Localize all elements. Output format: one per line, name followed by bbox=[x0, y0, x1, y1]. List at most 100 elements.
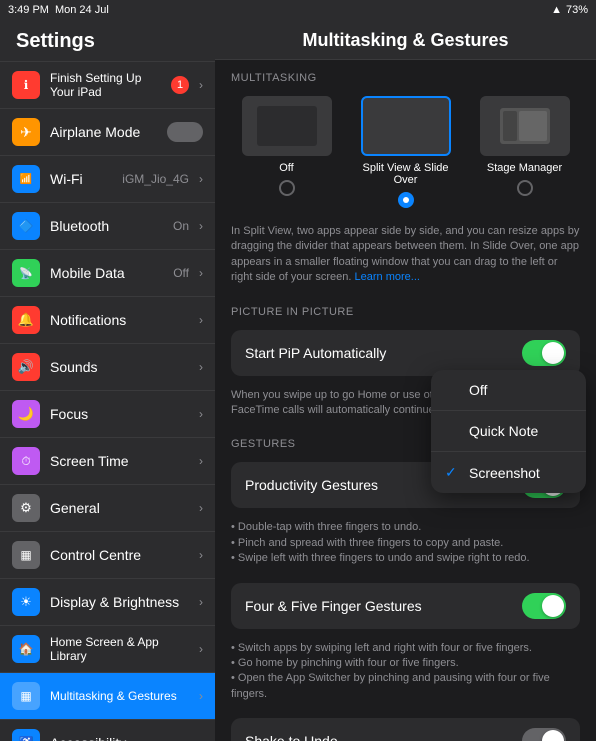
dropdown-item-off[interactable]: Off bbox=[431, 370, 586, 411]
focus-chevron: › bbox=[199, 407, 203, 421]
mt-radio-stage[interactable] bbox=[517, 180, 533, 196]
sidebar-item-accessibility[interactable]: ♿ Accessibility › bbox=[0, 720, 215, 741]
status-left: 3:49 PM Mon 24 Jul bbox=[8, 4, 109, 16]
mt-radio-split[interactable] bbox=[398, 192, 414, 208]
multitasking-label: Multitasking & Gestures bbox=[50, 689, 189, 703]
status-time: 3:49 PM bbox=[8, 4, 49, 16]
accessibility-label: Accessibility bbox=[50, 735, 189, 741]
multitasking-cards: Off Split View & Slide Over bbox=[215, 88, 596, 220]
learn-more-link[interactable]: Learn more... bbox=[355, 271, 420, 283]
pip-section-label: PICTURE IN PICTURE bbox=[215, 294, 596, 322]
dropdown-screenshot-label: Screenshot bbox=[469, 465, 540, 481]
mt-card-off-label: Off bbox=[279, 162, 293, 174]
battery-level: 73% bbox=[566, 4, 588, 16]
mt-card-split-view[interactable]: Split View & Slide Over bbox=[361, 96, 451, 208]
four-five-toggle[interactable] bbox=[522, 593, 566, 619]
sounds-label: Sounds bbox=[50, 359, 189, 375]
bluetooth-chevron: › bbox=[199, 219, 203, 233]
mt-radio-off[interactable] bbox=[279, 180, 295, 196]
finish-setup-label: Finish Setting Up Your iPad bbox=[50, 71, 161, 99]
right-panel-title: Multitasking & Gestures bbox=[215, 20, 596, 60]
control-centre-label: Control Centre bbox=[50, 547, 189, 563]
dropdown-item-screenshot[interactable]: ✓ Screenshot bbox=[431, 452, 586, 493]
screen-time-chevron: › bbox=[199, 454, 203, 468]
four-five-group: Four & Five Finger Gestures bbox=[231, 583, 580, 629]
mt-card-off-img bbox=[242, 96, 332, 156]
pip-group: Start PiP Automatically bbox=[231, 330, 580, 376]
finish-setup-badge: 1 bbox=[171, 76, 189, 94]
wifi-icon: 📶 bbox=[12, 165, 40, 193]
control-centre-icon: ▦ bbox=[12, 541, 40, 569]
shake-undo-group: Shake to Undo bbox=[231, 718, 580, 741]
mt-card-off[interactable]: Off bbox=[242, 96, 332, 208]
airplane-toggle[interactable] bbox=[167, 122, 203, 142]
notifications-chevron: › bbox=[199, 313, 203, 327]
sidebar-item-wifi[interactable]: 📶 Wi-Fi iGM_Jio_4G › bbox=[0, 156, 215, 203]
sidebar-item-mobile-data[interactable]: 📡 Mobile Data Off › bbox=[0, 250, 215, 297]
pip-label: Start PiP Automatically bbox=[245, 345, 514, 361]
screen-time-icon: ⏱ bbox=[12, 447, 40, 475]
pip-row[interactable]: Start PiP Automatically bbox=[231, 330, 580, 376]
bluetooth-value: On bbox=[173, 219, 189, 233]
sidebar-item-airplane-mode[interactable]: ✈ Airplane Mode bbox=[0, 109, 215, 156]
sidebar-item-finish-setup[interactable]: ℹ Finish Setting Up Your iPad 1 › bbox=[0, 62, 215, 109]
mt-card-stage-manager[interactable]: Stage Manager bbox=[480, 96, 570, 208]
mobile-data-icon: 📡 bbox=[12, 259, 40, 287]
wifi-icon: ▲ bbox=[551, 4, 562, 16]
mt-card-split-label: Split View & Slide Over bbox=[361, 162, 451, 186]
dropdown-quick-note-label: Quick Note bbox=[469, 423, 538, 439]
split-view-description: In Split View, two apps appear side by s… bbox=[215, 220, 596, 294]
shake-undo-row[interactable]: Shake to Undo bbox=[231, 718, 580, 741]
pip-toggle[interactable] bbox=[522, 340, 566, 366]
sidebar-title: Settings bbox=[0, 20, 215, 62]
wifi-label: Wi-Fi bbox=[50, 171, 112, 187]
sidebar-item-display[interactable]: ☀ Display & Brightness › bbox=[0, 579, 215, 626]
bluetooth-icon: 🔷 bbox=[12, 212, 40, 240]
sidebar-item-general[interactable]: ⚙ General › bbox=[0, 485, 215, 532]
sounds-icon: 🔊 bbox=[12, 353, 40, 381]
display-icon: ☀ bbox=[12, 588, 40, 616]
mobile-data-chevron: › bbox=[199, 266, 203, 280]
shake-undo-toggle[interactable] bbox=[522, 728, 566, 741]
focus-label: Focus bbox=[50, 406, 189, 422]
mt-card-stage-img bbox=[480, 96, 570, 156]
wifi-chevron: › bbox=[199, 172, 203, 186]
finish-setup-icon: ℹ bbox=[12, 71, 40, 99]
mt-card-stage-label: Stage Manager bbox=[487, 162, 562, 174]
mobile-data-label: Mobile Data bbox=[50, 265, 163, 281]
productivity-description: • Double-tap with three fingers to undo.… bbox=[215, 516, 596, 574]
wifi-value: iGM_Jio_4G bbox=[122, 172, 189, 186]
accessibility-icon: ♿ bbox=[12, 729, 40, 741]
display-chevron: › bbox=[199, 595, 203, 609]
status-date: Mon 24 Jul bbox=[55, 4, 109, 16]
sidebar-item-sounds[interactable]: 🔊 Sounds › bbox=[0, 344, 215, 391]
sidebar-item-multitasking[interactable]: ▦ Multitasking & Gestures › bbox=[0, 673, 215, 720]
screen-time-label: Screen Time bbox=[50, 453, 189, 469]
right-panel: Multitasking & Gestures MULTITASKING Off… bbox=[215, 20, 596, 741]
control-centre-chevron: › bbox=[199, 548, 203, 562]
four-five-row[interactable]: Four & Five Finger Gestures bbox=[231, 583, 580, 629]
sidebar-item-focus[interactable]: 🌙 Focus › bbox=[0, 391, 215, 438]
dropdown-menu: Off Quick Note ✓ Screenshot bbox=[431, 370, 586, 493]
sidebar-item-control-centre[interactable]: ▦ Control Centre › bbox=[0, 532, 215, 579]
display-label: Display & Brightness bbox=[50, 594, 189, 610]
general-label: General bbox=[50, 500, 189, 516]
four-five-label: Four & Five Finger Gestures bbox=[245, 598, 514, 614]
home-screen-label: Home Screen & App Library bbox=[50, 635, 189, 663]
multitasking-icon: ▦ bbox=[12, 682, 40, 710]
dropdown-item-quick-note[interactable]: Quick Note bbox=[431, 411, 586, 452]
four-five-description: • Switch apps by swiping left and right … bbox=[215, 637, 596, 711]
sidebar-item-screen-time[interactable]: ⏱ Screen Time › bbox=[0, 438, 215, 485]
home-screen-chevron: › bbox=[199, 642, 203, 656]
sidebar-item-home-screen[interactable]: 🏠 Home Screen & App Library › bbox=[0, 626, 215, 673]
sidebar-item-bluetooth[interactable]: 🔷 Bluetooth On › bbox=[0, 203, 215, 250]
mobile-data-value: Off bbox=[173, 266, 189, 280]
sidebar-item-notifications[interactable]: 🔔 Notifications › bbox=[0, 297, 215, 344]
multitasking-section-label: MULTITASKING bbox=[215, 60, 596, 88]
multitasking-chevron: › bbox=[199, 689, 203, 703]
general-chevron: › bbox=[199, 501, 203, 515]
notifications-icon: 🔔 bbox=[12, 306, 40, 334]
airplane-label: Airplane Mode bbox=[50, 124, 157, 140]
status-bar: 3:49 PM Mon 24 Jul ▲ 73% bbox=[0, 0, 596, 20]
mt-card-split-img bbox=[361, 96, 451, 156]
